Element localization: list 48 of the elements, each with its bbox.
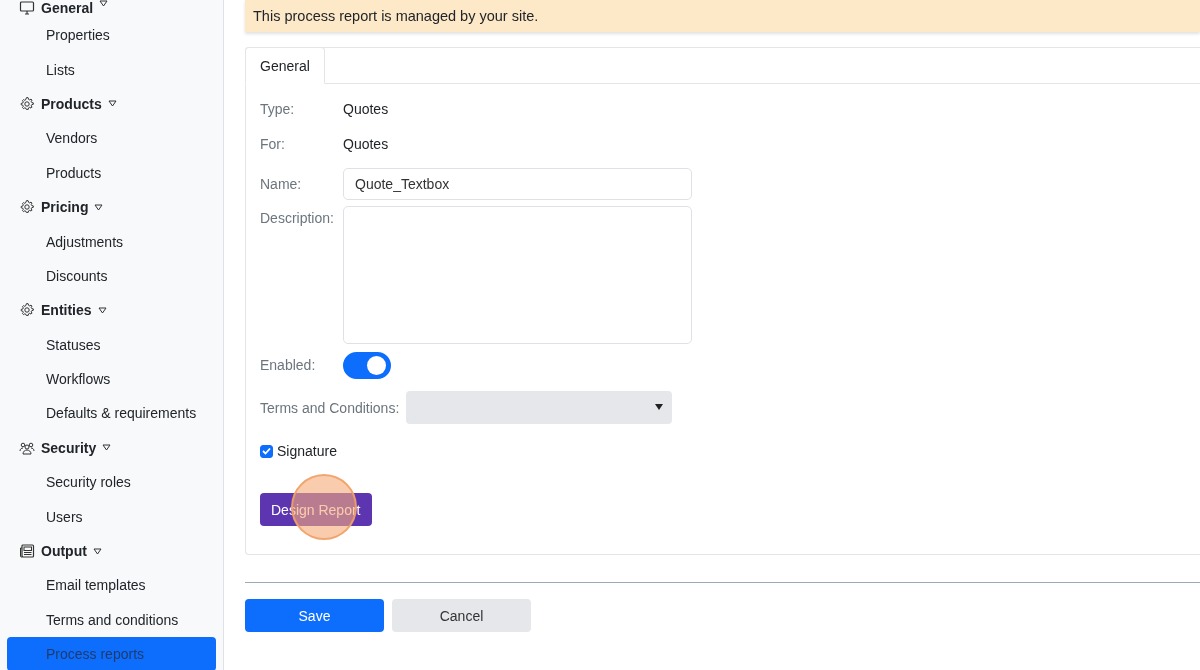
sidebar-item[interactable]: Defaults & requirements xyxy=(7,396,216,431)
sidebar-item[interactable]: Products xyxy=(7,155,216,190)
sidebar-group-label[interactable]: Pricing xyxy=(41,199,89,216)
sidebar-item[interactable]: Adjustments xyxy=(7,224,216,259)
sidebar-item[interactable]: Terms and conditions xyxy=(7,602,216,638)
banner-text: This process report is managed by your site. xyxy=(253,8,539,24)
gear-icon xyxy=(19,95,35,112)
sidebar-item[interactable]: Properties xyxy=(7,18,216,53)
sidebar-group-label[interactable]: Products xyxy=(41,95,102,112)
caret-icon[interactable] xyxy=(99,0,109,7)
caret-icon[interactable] xyxy=(97,306,107,314)
sidebar-group-label[interactable]: Output xyxy=(41,543,87,560)
tab[interactable]: General xyxy=(245,47,325,84)
caret-icon[interactable] xyxy=(107,100,117,108)
field-label: Name: xyxy=(260,176,303,192)
monitor-icon xyxy=(19,0,35,16)
gear-icon xyxy=(19,302,35,319)
checkbox[interactable] xyxy=(260,444,273,458)
dropdown-caret-icon xyxy=(655,404,664,410)
field-value: Quotes xyxy=(343,135,389,152)
newspaper-icon xyxy=(19,543,35,560)
checkbox-label: Signature xyxy=(277,443,337,459)
caret-icon[interactable] xyxy=(102,444,112,452)
sidebar-item[interactable]: Security roles xyxy=(7,465,216,500)
field-label: Description: xyxy=(260,210,335,226)
sidebar-item[interactable]: Vendors xyxy=(7,121,216,156)
sidebar-group-label[interactable]: Security xyxy=(41,439,97,456)
sidebar-item[interactable]: Users xyxy=(7,499,216,534)
sidebar-item[interactable]: Discounts xyxy=(7,258,216,294)
field-label: For: xyxy=(260,135,286,152)
sidebar-group-label[interactable]: General xyxy=(41,0,94,16)
sidebar-item[interactable]: Workflows xyxy=(7,361,216,397)
sidebar-item[interactable]: Email templates xyxy=(7,568,216,603)
sidebar-item[interactable]: Statuses xyxy=(7,327,216,362)
sidebar-group-label[interactable]: Entities xyxy=(41,302,92,319)
description-field[interactable] xyxy=(343,206,692,344)
caret-icon[interactable] xyxy=(94,203,104,211)
gear-icon xyxy=(19,199,35,216)
field-label: Type: xyxy=(260,100,296,117)
caret-icon[interactable] xyxy=(92,547,102,555)
field-label: Enabled: xyxy=(260,357,317,373)
save-button[interactable]: Save xyxy=(245,599,384,632)
sidebar-item[interactable]: Lists xyxy=(7,52,216,87)
name-input[interactable]: Quote_Textbox xyxy=(343,168,692,200)
toggle-switch[interactable] xyxy=(343,351,391,379)
cancel-button[interactable]: Cancel xyxy=(392,599,531,632)
field-label: Terms and Conditions: xyxy=(260,399,400,416)
field-value: Quotes xyxy=(343,100,389,117)
